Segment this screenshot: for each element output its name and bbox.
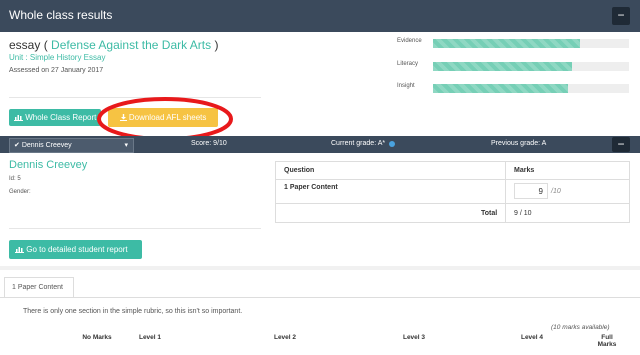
assessed-date: Assessed on 27 January 2017 [9,67,104,74]
paren-close: ) [211,38,219,52]
rubric-level-header: Full Marks [597,334,617,348]
tab-paper-content[interactable]: 1 Paper Content [4,277,74,297]
info-dot-icon[interactable] [389,141,395,147]
header-marks: Marks [514,167,535,174]
mark-input[interactable]: 9 [514,183,548,199]
bar-fill-literacy [433,62,573,71]
student-id: Id: 5 [9,176,21,182]
current-grade: Current grade: A* [331,140,386,147]
paren-open: ( [43,38,52,52]
rubric-level-header: No Marks [82,334,112,341]
header-question: Question [284,167,315,174]
student-name: Dennis Creevey [9,159,88,171]
rubric-level-header: Level 3 [402,334,426,341]
marks-table [275,161,630,223]
detailed-report-button[interactable]: Go to detailed student report [9,240,142,259]
mark-total: /10 [551,188,561,195]
total-value: 9 / 10 [514,210,532,217]
rubric-level-header: Level 1 [138,334,162,341]
bar-label-insight: Insight [397,83,415,89]
student-gender: Gender: [9,189,31,195]
table-row-divider [275,203,630,204]
section-separator [0,266,640,270]
bar-track-literacy [433,62,629,71]
bar-track-insight [433,84,629,93]
bar-track-evidence [433,39,629,48]
student-select[interactable]: ✔ Dennis Creevey ▾ [9,138,134,153]
score-text: Score: 9/10 [191,140,227,147]
bar-fill-insight [433,84,569,93]
student-select-value: Dennis Creevey [21,142,72,149]
rubric-level-header: Level 2 [273,334,297,341]
panel-title: Whole class results [9,8,113,22]
chart-icon [15,245,26,254]
tab-baseline [0,297,640,298]
student-collapse-button[interactable]: − [612,137,630,152]
bar-label-literacy: Literacy [397,61,419,67]
total-label: Total [481,210,498,217]
table-row-divider [275,179,630,180]
check-icon: ✔ [14,142,20,149]
collapse-button[interactable]: − [612,7,630,25]
previous-grade: Previous grade: A [491,140,547,147]
whole-class-report-label: Whole Class Report [25,113,97,122]
assessment-title: essay ( Defense Against the Dark Arts ) [9,38,218,52]
marks-available: (10 marks available) [551,324,610,331]
bar-fill-evidence [433,39,580,48]
assessment-type: essay [9,38,41,52]
caret-down-icon: ▾ [124,142,128,149]
divider [9,228,261,229]
row-question: 1 Paper Content [284,184,338,191]
chart-icon [14,113,25,122]
rubric-note: There is only one section in the simple … [23,308,243,315]
whole-class-report-button[interactable]: Whole Class Report [9,109,101,126]
table-col-divider [505,161,506,223]
unit-link[interactable]: Unit : Simple History Essay [9,53,105,62]
detailed-report-label: Go to detailed student report [26,245,128,254]
bar-label-evidence: Evidence [397,38,422,44]
rubric-level-header: Level 4 [520,334,544,341]
assessment-subject-link[interactable]: Defense Against the Dark Arts [51,38,211,52]
